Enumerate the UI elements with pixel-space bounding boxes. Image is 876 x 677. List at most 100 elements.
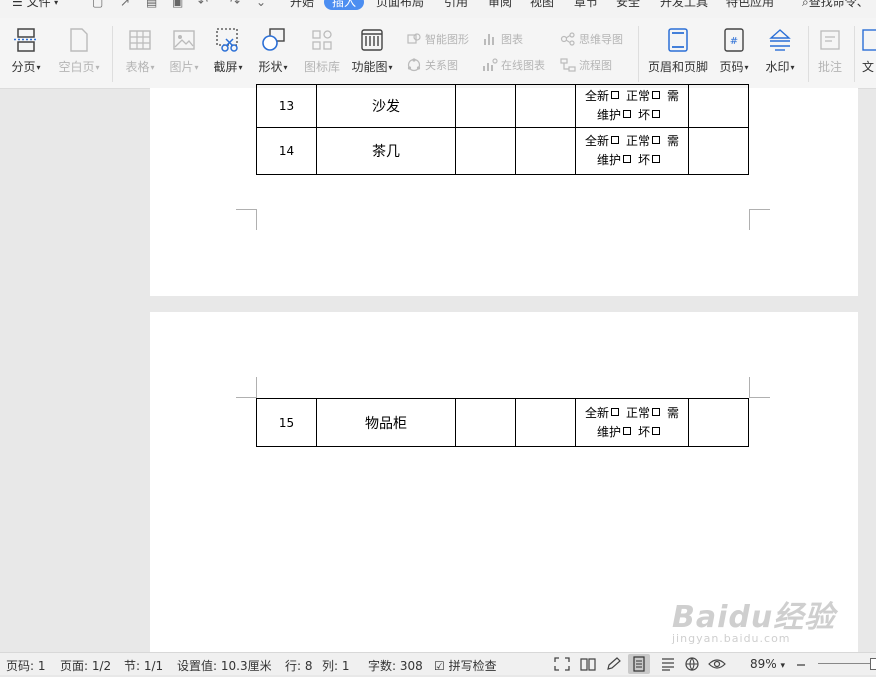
- option-new-label: 全新: [584, 89, 609, 103]
- checkbox-new[interactable]: [610, 91, 619, 99]
- screenshot-button[interactable]: 截屏▾: [210, 26, 246, 75]
- web-view-icon[interactable]: [684, 657, 700, 674]
- tab-special[interactable]: 特色应用: [726, 0, 774, 10]
- tab-insert[interactable]: 插入: [324, 0, 365, 10]
- item-name-cell[interactable]: 沙发: [316, 84, 456, 128]
- checkbox-broken[interactable]: [652, 426, 661, 435]
- mind-map-button[interactable]: 思维导图: [560, 30, 623, 48]
- blank-page-button[interactable]: 空白页▾: [54, 26, 104, 75]
- checkbox-new[interactable]: [610, 136, 619, 144]
- chart-button[interactable]: 图表: [482, 30, 523, 48]
- row-number-cell[interactable]: 15: [256, 398, 317, 447]
- zoom-out-icon[interactable]: [796, 659, 806, 673]
- page-view-icon[interactable]: [628, 654, 650, 674]
- share-icon[interactable]: ↗: [120, 0, 130, 10]
- empty-cell[interactable]: [688, 398, 749, 447]
- undo-icon[interactable]: ↶: [198, 0, 208, 10]
- outline-view-icon[interactable]: [660, 657, 676, 674]
- icon-library-button[interactable]: 图标库: [302, 26, 342, 75]
- checkbox-new[interactable]: [610, 407, 619, 416]
- comment-button[interactable]: 批注: [814, 26, 846, 75]
- page-number-button[interactable]: # 页码▾: [716, 26, 752, 75]
- condition-cell[interactable]: 全新 正常 需 维护 坏: [575, 398, 689, 447]
- empty-cell[interactable]: [515, 398, 576, 447]
- checkbox-normal[interactable]: [652, 136, 660, 144]
- save-icon[interactable]: ▢: [92, 0, 103, 10]
- checkbox-maintain[interactable]: [623, 155, 631, 163]
- tab-page-layout[interactable]: 页面布局: [376, 0, 424, 10]
- picture-button[interactable]: 图片▾: [166, 26, 202, 75]
- spell-check-icon: ☑: [434, 659, 445, 673]
- empty-cell[interactable]: [688, 84, 749, 128]
- checkbox-broken[interactable]: [652, 110, 661, 118]
- status-pages[interactable]: 页面: 1/2: [60, 657, 111, 674]
- empty-cell[interactable]: [455, 84, 516, 128]
- chevron-down-icon: ▾: [283, 63, 288, 72]
- status-row[interactable]: 行: 8: [285, 657, 313, 674]
- document-page-1[interactable]: 13 沙发 全新 正常需 维护坏 14 茶几 全新 正常需 维护坏: [150, 84, 858, 296]
- quick-access-chevron-icon[interactable]: ⌄: [256, 0, 266, 10]
- zoom-slider-handle[interactable]: [870, 658, 876, 670]
- status-section[interactable]: 节: 1/1: [124, 657, 163, 674]
- item-name-cell[interactable]: 物品柜: [316, 398, 456, 447]
- checkbox-broken[interactable]: [652, 155, 661, 163]
- tab-chapter[interactable]: 章节: [574, 0, 598, 10]
- function-chart-button[interactable]: 功能图▾: [350, 26, 394, 75]
- shape-icon: [260, 26, 286, 54]
- header-footer-button[interactable]: 页眉和页脚: [646, 26, 710, 75]
- eye-protection-icon[interactable]: [708, 657, 726, 674]
- fullscreen-icon[interactable]: [554, 657, 570, 674]
- status-page-number[interactable]: 页码: 1: [6, 657, 46, 674]
- shape-button[interactable]: 形状▾: [255, 26, 291, 75]
- checkbox-maintain[interactable]: [623, 426, 631, 435]
- menu-file[interactable]: ☰ 文件 ▾: [12, 0, 58, 10]
- empty-cell[interactable]: [455, 398, 516, 447]
- command-search[interactable]: ⌕查找命令、: [802, 0, 869, 10]
- table-label: 表格: [125, 60, 150, 74]
- option-normal-label: 正常: [625, 89, 650, 103]
- chevron-down-icon: ▾: [194, 63, 199, 72]
- condition-cell[interactable]: 全新 正常 需 维护 坏: [575, 127, 689, 175]
- read-mode-icon[interactable]: [580, 657, 596, 674]
- tab-review[interactable]: 审阅: [488, 0, 512, 10]
- row-number-cell[interactable]: 13: [256, 84, 317, 128]
- redo-icon[interactable]: ↷: [230, 0, 240, 10]
- zoom-level[interactable]: 89% ▾: [750, 657, 785, 671]
- icon-library-label: 图标库: [303, 60, 340, 74]
- empty-cell[interactable]: [515, 84, 576, 128]
- checkbox-normal[interactable]: [652, 91, 660, 99]
- print-icon[interactable]: ▤: [146, 0, 157, 10]
- checkbox-maintain[interactable]: [623, 110, 631, 118]
- item-name-cell[interactable]: 茶几: [316, 127, 456, 175]
- status-word-count[interactable]: 字数: 308: [368, 657, 423, 674]
- watermark-button[interactable]: 水印▾: [760, 26, 800, 75]
- tab-home[interactable]: 开始: [290, 0, 314, 10]
- empty-cell[interactable]: [515, 127, 576, 175]
- relation-chart-button[interactable]: 关系图: [406, 56, 458, 74]
- empty-cell[interactable]: [455, 127, 516, 175]
- status-column[interactable]: 列: 1: [322, 657, 350, 674]
- page-break-button[interactable]: 分页▾: [8, 26, 44, 75]
- text-box-button[interactable]: 文: [860, 26, 876, 75]
- tab-references[interactable]: 引用: [444, 0, 468, 10]
- margin-corner-mark: [749, 209, 770, 230]
- status-setting-value[interactable]: 设置值: 10.3厘米: [177, 657, 272, 674]
- tab-developer[interactable]: 开发工具: [660, 0, 708, 10]
- condition-cell[interactable]: 全新 正常 需 维护 坏: [575, 84, 689, 128]
- tab-security[interactable]: 安全: [616, 0, 640, 10]
- checkbox-normal[interactable]: [652, 407, 660, 416]
- row-number-cell[interactable]: 14: [256, 127, 317, 175]
- spell-check-button[interactable]: ☑ 拼写检查: [434, 657, 497, 674]
- smart-shape-button[interactable]: 智能图形: [406, 30, 469, 48]
- empty-cell[interactable]: [688, 127, 749, 175]
- shape-label: 形状: [258, 60, 283, 74]
- tab-view[interactable]: 视图: [530, 0, 554, 10]
- flowchart-button[interactable]: 流程图: [560, 56, 612, 74]
- online-chart-button[interactable]: 在线图表: [482, 56, 545, 74]
- table-button[interactable]: 表格▾: [122, 26, 158, 75]
- ribbon-divider: [854, 26, 855, 82]
- chart-icon: [484, 34, 494, 45]
- preview-icon[interactable]: ▣: [172, 0, 183, 10]
- zoom-slider[interactable]: [818, 663, 876, 664]
- edit-mode-icon[interactable]: [606, 657, 622, 674]
